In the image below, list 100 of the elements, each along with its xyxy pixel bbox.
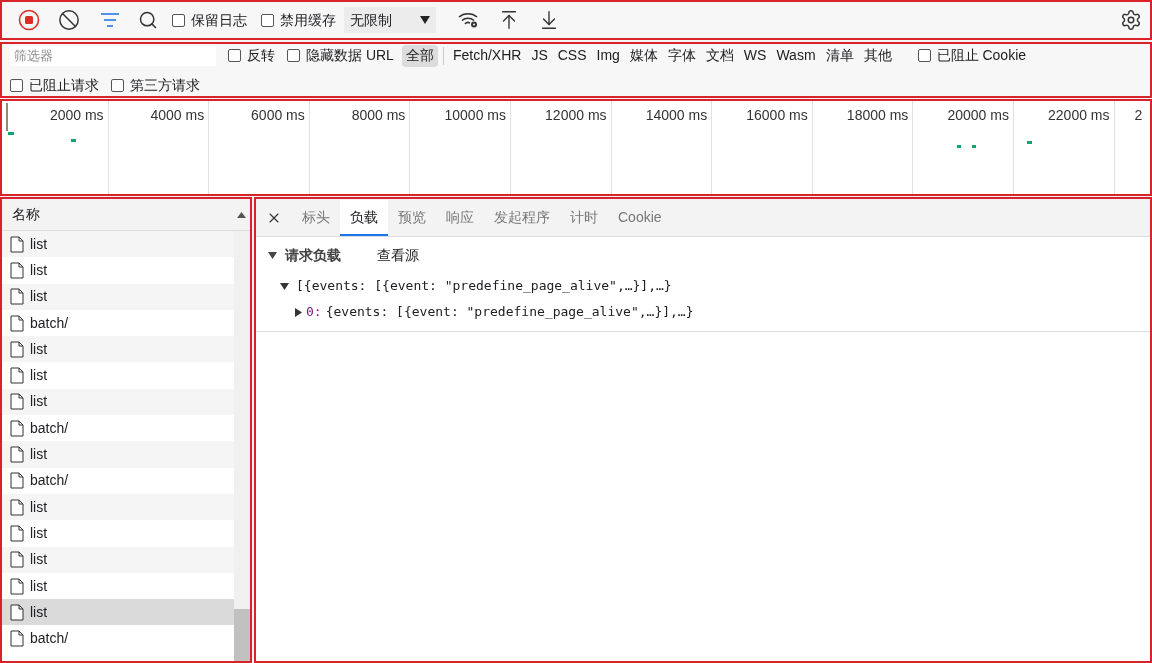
request-name: list: [30, 445, 48, 464]
request-row[interactable]: list: [2, 493, 234, 521]
request-name: batch/: [30, 471, 69, 491]
column-header[interactable]: 名称: [12, 204, 40, 225]
file-icon: [10, 340, 24, 358]
request-name: list: [30, 260, 48, 280]
request-name: list: [30, 602, 48, 622]
time-tick-label: 12000 ms: [545, 106, 607, 125]
dropdown-caret-icon: [420, 16, 430, 24]
request-name: list: [30, 287, 48, 307]
details-tab[interactable]: 发起程序: [484, 200, 560, 236]
request-row[interactable]: list: [2, 546, 234, 573]
details-tab[interactable]: 标头: [292, 200, 340, 236]
type-filter-button[interactable]: 媒体: [625, 44, 662, 67]
checkbox[interactable]: [261, 13, 274, 27]
record-button[interactable]: [18, 9, 40, 31]
property-value: [{events: [{event: "predefine_page_alive",…}],…}: [296, 277, 672, 296]
request-name: batch/: [30, 313, 69, 333]
type-filter-button[interactable]: Img: [592, 44, 624, 67]
request-row[interactable]: list: [2, 231, 234, 258]
details-tab[interactable]: 预览: [388, 200, 436, 236]
file-icon: [10, 603, 24, 621]
checkbox[interactable]: [10, 78, 23, 92]
request-name: list: [30, 576, 48, 596]
request-name: list: [30, 523, 48, 543]
details-tab[interactable]: 计时: [560, 200, 608, 236]
request-name: list: [30, 497, 48, 517]
clear-icon[interactable]: [58, 9, 80, 31]
file-icon: [10, 393, 24, 411]
type-filter-button[interactable]: 文档: [701, 44, 738, 67]
file-icon: [10, 577, 24, 595]
file-icon: [10, 419, 24, 437]
request-row[interactable]: list: [2, 336, 234, 363]
type-filter-button[interactable]: 清单: [821, 44, 858, 67]
type-filter-button[interactable]: 字体: [663, 44, 700, 67]
file-icon: [10, 498, 24, 516]
checkbox-label: 已阻止 Cookie: [936, 46, 1027, 65]
details-tab[interactable]: 负载: [340, 200, 388, 236]
property-key: 0:: [306, 302, 322, 322]
request-row[interactable]: list: [2, 599, 234, 626]
checkbox-label: 反转: [247, 46, 275, 65]
time-tick-label: 4000 ms: [150, 106, 205, 125]
file-icon: [10, 367, 24, 385]
file-icon: [10, 235, 24, 253]
search-icon[interactable]: [138, 10, 158, 30]
type-filter-button[interactable]: 其他: [859, 44, 896, 67]
file-icon: [10, 288, 24, 306]
type-filter-button[interactable]: Wasm: [772, 44, 820, 67]
request-row[interactable]: list: [2, 441, 234, 468]
request-name: batch/: [30, 418, 69, 438]
time-tick-label: 10000 ms: [444, 106, 506, 125]
file-icon: [10, 524, 24, 542]
file-icon: [10, 630, 24, 648]
type-filter-button[interactable]: JS: [527, 44, 552, 67]
checkbox-label: 禁用缓存: [280, 10, 336, 30]
sort-up-icon[interactable]: [237, 211, 246, 218]
filter-input[interactable]: 筛选器: [10, 45, 216, 66]
type-filter-button[interactable]: 全部: [401, 44, 438, 67]
time-tick-label: 16000 ms: [746, 106, 808, 125]
checkbox[interactable]: [172, 13, 185, 27]
request-row[interactable]: list: [2, 283, 234, 310]
details-tab[interactable]: 响应: [436, 200, 484, 236]
file-icon: [10, 314, 24, 332]
request-row[interactable]: list: [2, 388, 234, 416]
filter-icon[interactable]: [100, 13, 120, 27]
checkbox[interactable]: [917, 49, 931, 62]
wifi-gear-icon[interactable]: [458, 11, 480, 29]
request-name: list: [30, 366, 48, 386]
time-tick-label: 2000 ms: [49, 106, 104, 125]
time-tick-label: 6000 ms: [251, 106, 305, 125]
time-tick-label: 22000 ms: [1048, 106, 1110, 125]
view-source-link[interactable]: 查看源: [377, 244, 419, 266]
type-filter-button[interactable]: CSS: [553, 44, 591, 67]
details-tab[interactable]: Cookie: [608, 200, 672, 236]
checkbox-label: 已阻止请求: [29, 75, 99, 95]
checkbox[interactable]: [287, 49, 300, 62]
file-icon: [10, 551, 24, 569]
time-tick-label: 2: [1134, 106, 1143, 125]
settings-icon[interactable]: [1120, 9, 1142, 31]
section-title: 请求负载: [285, 245, 341, 265]
collapsed-triangle-icon[interactable]: [294, 307, 303, 317]
request-name: list: [30, 550, 48, 570]
checkbox-label: 隐藏数据 URL: [306, 46, 394, 65]
expanded-triangle-icon[interactable]: [280, 281, 289, 291]
file-icon: [10, 446, 24, 463]
throttle-dropdown[interactable]: 无限制: [344, 7, 436, 33]
property-value: {events: [{event: "predefine_page_alive",…}],…}: [325, 303, 694, 322]
type-filter-button[interactable]: WS: [739, 44, 771, 67]
file-icon: [10, 261, 24, 279]
checkbox[interactable]: [111, 78, 124, 92]
checkbox-label: 第三方请求: [130, 75, 200, 95]
request-name: list: [30, 392, 48, 412]
checkbox[interactable]: [228, 49, 241, 62]
scrollbar-thumb[interactable]: [234, 609, 250, 661]
type-filter-button[interactable]: Fetch/XHR: [448, 44, 526, 67]
file-icon: [10, 472, 24, 490]
time-tick-label: 14000 ms: [645, 106, 708, 125]
checkbox-label: 保留日志: [191, 10, 247, 30]
expanded-triangle-icon[interactable]: [268, 250, 277, 260]
time-tick-label: 8000 ms: [351, 106, 406, 125]
